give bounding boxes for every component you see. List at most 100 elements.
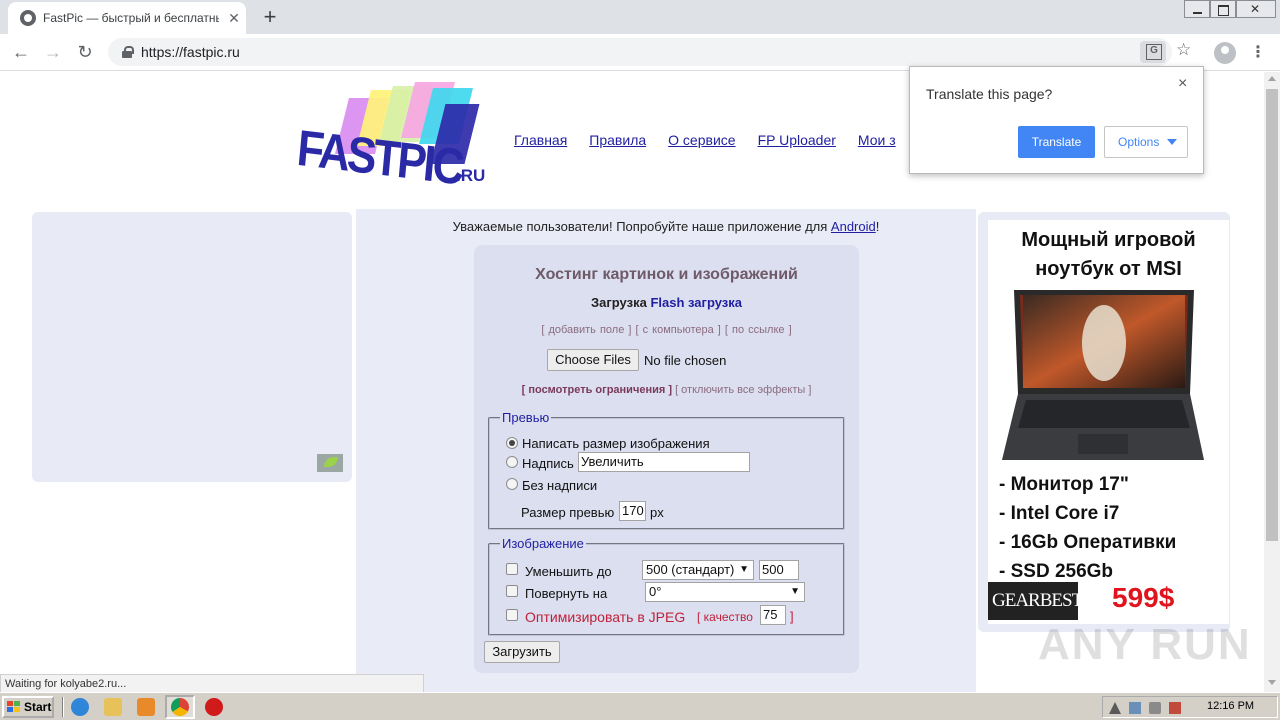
start-button[interactable]: Start (2, 696, 54, 718)
top-navigation: Главная Правила О сервисе FP Uploader Мои з (514, 132, 918, 150)
rotate-select[interactable]: 0° ▼ (645, 582, 805, 602)
ad-title: Мощный игровой ноутбук от MSI (1021, 229, 1196, 280)
browser-menu-icon[interactable]: ⋮ (1250, 41, 1266, 65)
mode-flash-link[interactable]: Flash загрузка (650, 295, 742, 310)
mode-standard: Загрузка (591, 295, 647, 310)
translate-popup-title: Translate this page? (926, 86, 1053, 102)
radio-caption[interactable] (506, 456, 518, 468)
tab-strip: FastPic — быстрый и бесплатный х ✕ + (0, 0, 1280, 34)
announcement: Уважаемые пользователи! Попробуйте наше … (356, 219, 976, 234)
upload-form: Хостинг картинок и изображений Загрузка … (474, 245, 859, 673)
translate-popup: Translate this page? × Translate Options (909, 66, 1204, 174)
reduce-select-value: 500 (стандарт) (646, 562, 735, 577)
preview-size-unit: px (650, 505, 664, 520)
translate-close-icon[interactable]: × (1178, 75, 1187, 93)
clock: 12:16 PM (1207, 700, 1255, 712)
translate-button[interactable]: Translate (1018, 126, 1095, 158)
gearbest-logo: GEARBEST (988, 582, 1083, 620)
profile-icon[interactable] (1214, 42, 1236, 64)
preview-fieldset: Превью Написать размер изображения Надпи… (488, 410, 845, 530)
scroll-thumb[interactable] (1266, 89, 1278, 541)
nav-link-home[interactable]: Главная (514, 132, 567, 148)
android-link[interactable]: Android (831, 219, 876, 234)
system-tray: 12:16 PM (1102, 696, 1278, 718)
preview-size-label: Размер превью (521, 505, 615, 520)
volume-icon[interactable] (1149, 702, 1161, 714)
quality-prefix: [ качество (697, 610, 753, 624)
quality-input[interactable]: 75 (760, 605, 786, 625)
nav-link-about[interactable]: О сервисе (668, 132, 735, 148)
ad-spec-ram: - 16Gb Оперативки (999, 532, 1177, 553)
reduce-value-input[interactable]: 500 (759, 560, 799, 580)
radio-no-caption-label: Без надписи (522, 478, 598, 493)
scroll-down-arrow-icon[interactable] (1268, 680, 1276, 685)
media-player-icon[interactable] (137, 698, 155, 716)
page-scrollbar[interactable] (1264, 72, 1280, 692)
forward-button[interactable]: → (40, 39, 66, 65)
upload-submit-button[interactable]: Загрузить (484, 641, 560, 663)
nav-link-rules[interactable]: Правила (589, 132, 646, 148)
radio-no-caption[interactable] (506, 478, 518, 490)
reload-button[interactable]: ↻ (72, 39, 98, 65)
optimize-checkbox[interactable] (506, 609, 518, 621)
tray-expand-icon[interactable] (1109, 702, 1121, 714)
image-legend: Изображение (500, 536, 586, 551)
url-text[interactable]: https://fastpic.ru (141, 44, 240, 60)
fastpic-logo[interactable]: FASTPIC .RU (295, 80, 488, 196)
ad-spec-cpu: - Intel Core i7 (999, 503, 1120, 524)
radio-size[interactable] (506, 437, 518, 449)
translate-icon[interactable] (1140, 41, 1166, 63)
nav-link-uploader[interactable]: FP Uploader (758, 132, 836, 148)
laptop-image (1002, 290, 1204, 460)
new-tab-button[interactable]: + (256, 4, 284, 30)
chrome-icon (171, 698, 189, 716)
reduce-label: Уменьшить до (525, 564, 612, 579)
globe-icon (20, 10, 36, 26)
rotate-label: Повернуть на (525, 586, 608, 601)
leaf-icon[interactable] (317, 454, 343, 472)
address-bar[interactable]: https://fastpic.ru ☆ (108, 38, 1191, 66)
alert-app-icon[interactable] (205, 698, 223, 716)
taskbar-separator (62, 697, 64, 717)
view-limits-link[interactable]: [ посмотреть ограничения ] (522, 384, 672, 396)
minimize-button[interactable] (1184, 0, 1210, 18)
file-status: No file chosen (644, 353, 727, 368)
reduce-checkbox[interactable] (506, 563, 518, 575)
source-links[interactable]: [ добавить поле ] [ с компьютера ] [ по … (474, 324, 859, 336)
bookmark-star-icon[interactable]: ☆ (1176, 40, 1191, 60)
nav-link-my-files[interactable]: Мои з (858, 132, 896, 148)
image-fieldset: Изображение Уменьшить до 500 (стандарт) ▼… (488, 536, 845, 636)
anyrun-watermark: ANY RUN (1038, 620, 1252, 669)
tab-close-icon[interactable]: ✕ (226, 10, 242, 26)
radio-size-label: Написать размер изображения (522, 436, 710, 451)
announcement-end: ! (875, 219, 880, 234)
lock-icon[interactable] (122, 46, 134, 58)
back-button[interactable]: ← (8, 39, 34, 65)
quality-suffix: ] (790, 609, 794, 624)
window-close-button[interactable] (1236, 0, 1276, 18)
taskbar: Start 12:16 PM (0, 692, 1280, 720)
folder-icon[interactable] (104, 698, 122, 716)
network-icon[interactable] (1129, 702, 1141, 714)
status-bubble: Waiting for kolyabe2.ru... (0, 674, 424, 692)
browser-tab[interactable]: FastPic — быстрый и бесплатный х ✕ (8, 2, 246, 34)
chrome-taskbar-button[interactable] (165, 695, 195, 719)
ie-icon[interactable] (71, 698, 89, 716)
disable-effects-link[interactable]: [ отключить все эффекты ] (675, 384, 811, 396)
msi-ad-banner[interactable]: Мощный игровой ноутбук от MSI - Монитор … (988, 220, 1229, 624)
scroll-up-arrow-icon[interactable] (1268, 76, 1276, 81)
reduce-select[interactable]: 500 (стандарт) ▼ (642, 560, 754, 580)
rotate-checkbox[interactable] (506, 585, 518, 597)
preview-size-input[interactable]: 170 (619, 501, 646, 521)
left-ad-panel (32, 212, 352, 482)
maximize-button[interactable] (1210, 0, 1236, 18)
dropdown-arrow-icon: ▼ (739, 564, 749, 575)
caption-input[interactable]: Увеличить (578, 452, 750, 472)
dropdown-arrow-icon: ▼ (790, 586, 800, 597)
flag-icon[interactable] (1169, 702, 1181, 714)
translate-options-button[interactable]: Options (1104, 126, 1188, 158)
ad-spec-monitor: - Монитор 17" (999, 474, 1129, 495)
choose-files-button[interactable]: Choose Files (547, 349, 639, 371)
caret-down-icon (1167, 139, 1177, 145)
translate-options-label: Options (1118, 135, 1160, 149)
